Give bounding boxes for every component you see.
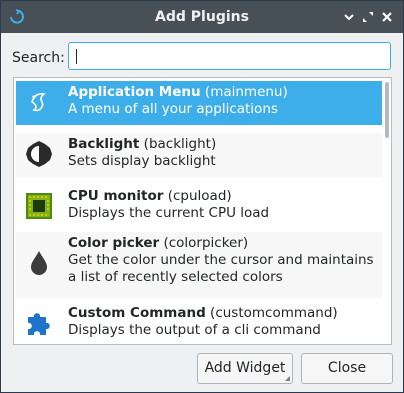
lxqt-app-icon (10, 9, 24, 24)
plugin-id: (colorpicker) (163, 235, 249, 251)
mainmenu-icon (31, 92, 47, 112)
plugin-description: Displays the output of a cli command (68, 322, 321, 338)
plugin-item-text: CPU monitor (cpuload) Displays the curre… (68, 188, 382, 222)
close-label: Close (327, 360, 367, 376)
plugin-item-backlight[interactable]: Backlight (backlight) Sets display backl… (16, 133, 382, 177)
plugin-name: CPU monitor (68, 188, 164, 204)
plugin-item-mainmenu[interactable]: Application Menu (mainmenu) A menu of al… (16, 81, 382, 125)
plugin-item-text: Backlight (backlight) Sets display backl… (68, 136, 382, 170)
plugin-name: Color picker (68, 235, 160, 251)
plugin-description: Get the color under the cursor and maint… (68, 252, 374, 285)
plugin-item-text: Color picker (colorpicker) Get the color… (68, 235, 382, 286)
text-caret (76, 49, 77, 64)
maximize-icon[interactable] (361, 10, 375, 24)
add-plugins-dialog: Add Plugins Search: Application Menu (ma… (0, 0, 404, 393)
cpu-icon (26, 193, 52, 219)
plugin-item-customcommand[interactable]: Custom Command (customcommand) Displays … (16, 302, 382, 344)
add-widget-label: Add Widget (204, 360, 286, 376)
plugin-item-text: Application Menu (mainmenu) A menu of al… (68, 84, 382, 118)
plugin-item-text: Custom Command (customcommand) Displays … (68, 305, 382, 339)
plugin-name: Custom Command (68, 305, 206, 321)
resize-grip-icon (285, 376, 290, 381)
plugin-id: (mainmenu) (204, 84, 288, 100)
plugin-description: Sets display backlight (68, 153, 216, 169)
plugin-item-cpuload[interactable]: CPU monitor (cpuload) Displays the curre… (16, 185, 382, 229)
search-label: Search: (12, 50, 65, 66)
plugin-id: (customcommand) (210, 305, 338, 321)
shade-icon[interactable] (342, 10, 356, 24)
plugin-name: Backlight (68, 136, 140, 152)
titlebar[interactable]: Add Plugins (1, 1, 403, 33)
close-button[interactable]: Close (301, 353, 393, 384)
search-input[interactable] (68, 42, 391, 70)
plugin-id: (cpuload) (167, 188, 232, 204)
backlight-icon (26, 141, 52, 167)
plugin-list[interactable]: Application Menu (mainmenu) A menu of al… (13, 77, 392, 345)
plugin-id: (backlight) (143, 136, 217, 152)
plugin-description: A menu of all your applications (68, 101, 278, 117)
color-picker-icon (31, 251, 47, 275)
plugin-name: Application Menu (68, 84, 201, 100)
close-icon[interactable] (380, 10, 394, 24)
plugin-description: Displays the current CPU load (68, 205, 270, 221)
list-scrollbar[interactable] (385, 82, 389, 138)
plugin-item-colorpicker[interactable]: Color picker (colorpicker) Get the color… (16, 232, 382, 298)
puzzle-icon (28, 313, 50, 335)
add-widget-button[interactable]: Add Widget (197, 353, 293, 384)
